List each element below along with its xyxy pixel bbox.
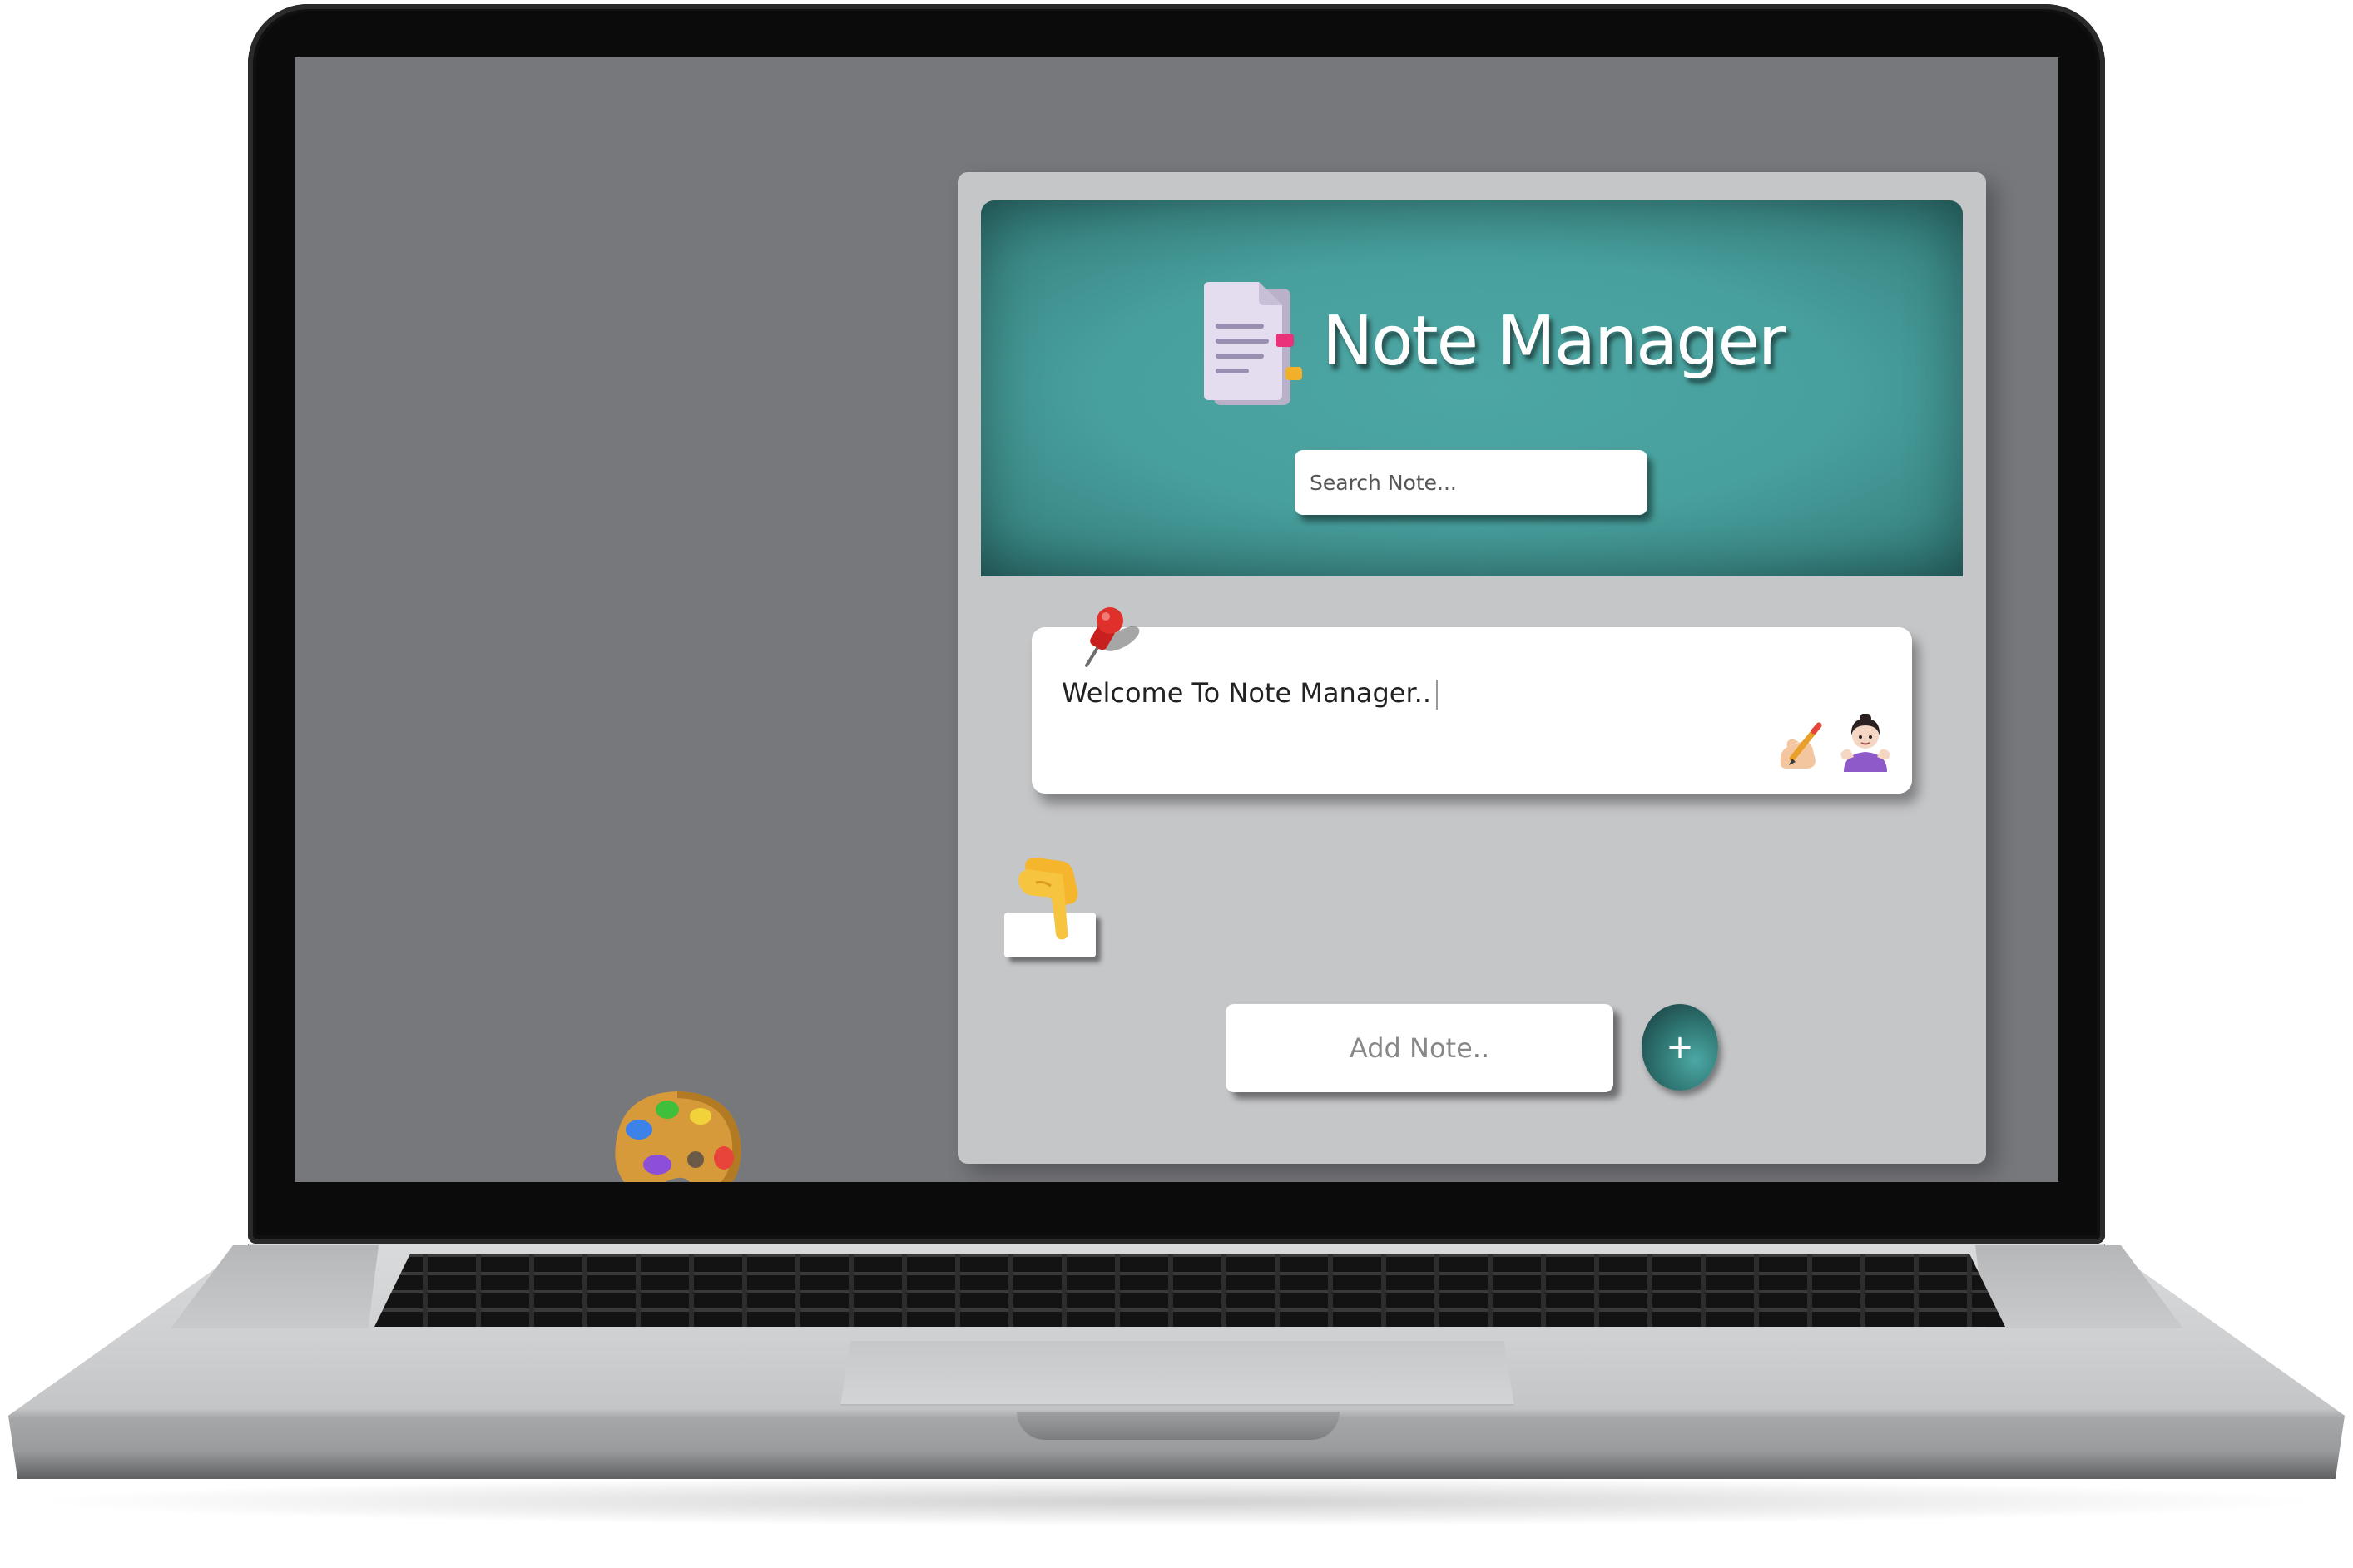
note-manager-app: Note Manager Welcome To Note Manager.. <box>958 172 1986 1164</box>
pointing-hand-icon <box>1018 858 1078 940</box>
laptop-keyboard <box>374 1254 2005 1327</box>
text-caret <box>1436 680 1438 710</box>
artist-palette-icon[interactable] <box>611 1085 744 1182</box>
add-note-input[interactable] <box>1226 1004 1613 1092</box>
app-title: Note Manager <box>1322 302 1786 381</box>
laptop-notch <box>1017 1412 1340 1440</box>
pointer-hint <box>1004 854 1097 959</box>
add-note-button[interactable]: + <box>1642 1004 1718 1091</box>
laptop-speaker-left <box>171 1245 379 1328</box>
person-shrugging-icon[interactable] <box>1839 714 1892 772</box>
laptop-trackpad <box>840 1341 1514 1406</box>
note-card: Welcome To Note Manager.. <box>1032 607 1912 794</box>
laptop-speaker-right <box>1975 1245 2183 1328</box>
note-text: Welcome To Note Manager.. <box>1062 677 1438 710</box>
app-header: Note Manager <box>981 200 1963 576</box>
hand-writing-pencil-icon[interactable] <box>1776 719 1825 772</box>
laptop-screen: Note Manager Welcome To Note Manager.. <box>295 57 2058 1182</box>
search-input[interactable] <box>1295 450 1647 515</box>
laptop-floor-shadow <box>25 1476 2328 1526</box>
pushpin-icon <box>1085 607 1140 667</box>
notepad-document-icon <box>1204 282 1302 405</box>
note-text-content: Welcome To Note Manager.. <box>1062 677 1431 709</box>
